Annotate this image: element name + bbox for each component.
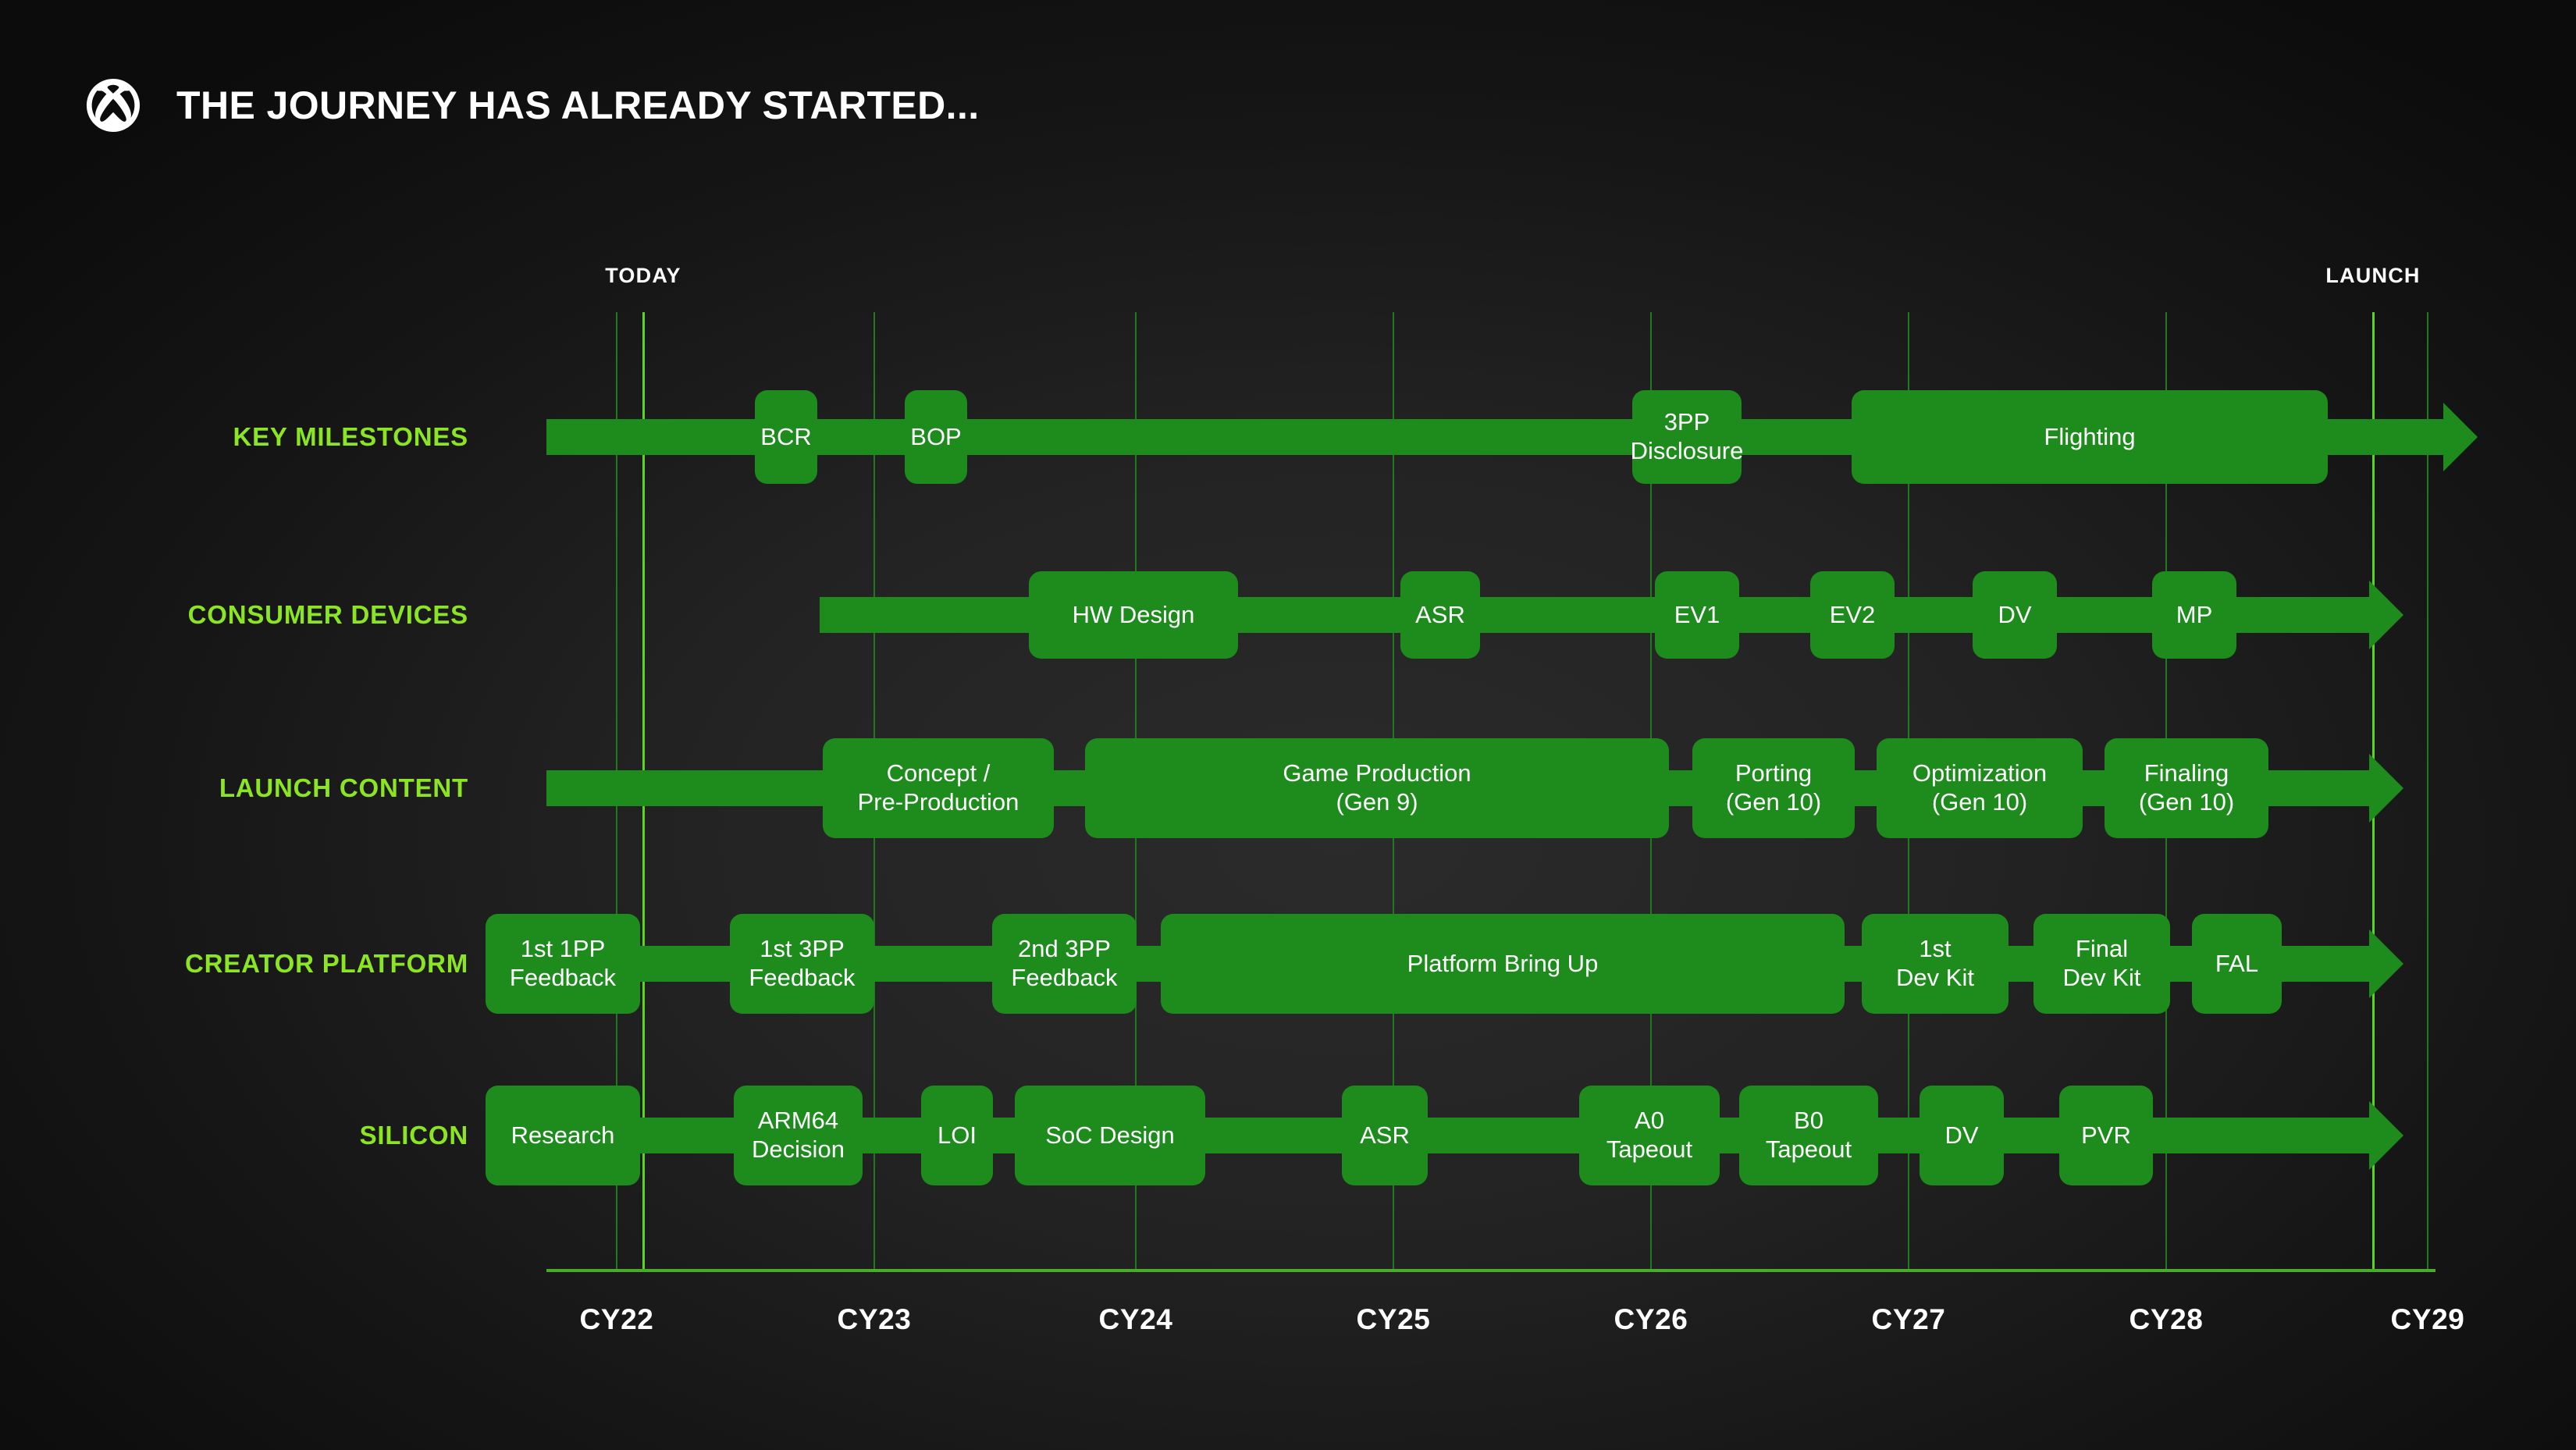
milestone-node[interactable]: Flighting (1852, 390, 2328, 484)
milestone-node[interactable]: DV (1973, 571, 2057, 659)
marker-label-launch: LAUNCH (2325, 264, 2421, 287)
track-arrow-launch-content (2369, 754, 2403, 823)
row-label-consumer-devices: CONSUMER DEVICES (187, 600, 468, 629)
marker-label-today: TODAY (605, 264, 681, 287)
milestone-node[interactable]: MP (2152, 571, 2236, 659)
timeline-axis (546, 1269, 2435, 1272)
row-label-launch-content: LAUNCH CONTENT (219, 773, 468, 802)
milestone-node[interactable]: Research (486, 1086, 640, 1185)
track-arrow-key-milestones (2443, 403, 2478, 471)
milestone-node[interactable]: ASR (1400, 571, 1480, 659)
axis-tick-cy28: CY28 (2129, 1303, 2204, 1335)
row-label-creator-platform: CREATOR PLATFORM (185, 949, 468, 978)
milestone-node[interactable]: 1st 1PP Feedback (486, 914, 640, 1014)
milestone-node[interactable]: Concept / Pre-Production (823, 738, 1054, 838)
axis-tick-cy29: CY29 (2390, 1303, 2465, 1335)
milestone-node[interactable]: ASR (1342, 1086, 1428, 1185)
milestone-node[interactable]: 1st 3PP Feedback (730, 914, 874, 1014)
milestone-node[interactable]: ARM64 Decision (734, 1086, 863, 1185)
gridline-cy29 (2427, 312, 2428, 1271)
milestone-node[interactable]: 3PP Disclosure (1631, 390, 1743, 484)
milestone-node[interactable]: 2nd 3PP Feedback (992, 914, 1137, 1014)
track-arrow-consumer-devices (2369, 581, 2403, 649)
axis-tick-cy26: CY26 (1614, 1303, 1688, 1335)
milestone-node[interactable]: B0 Tapeout (1739, 1086, 1878, 1185)
milestone-node[interactable]: BCR (755, 390, 817, 484)
axis-tick-cy24: CY24 (1098, 1303, 1173, 1335)
milestone-node[interactable]: A0 Tapeout (1579, 1086, 1720, 1185)
row-label-key-milestones: KEY MILESTONES (233, 422, 468, 451)
milestone-node[interactable]: SoC Design (1015, 1086, 1205, 1185)
milestone-node[interactable]: Platform Bring Up (1161, 914, 1845, 1014)
milestone-node[interactable]: Finaling (Gen 10) (2105, 738, 2268, 838)
milestone-node[interactable]: EV1 (1655, 571, 1739, 659)
milestone-node[interactable]: FAL (2192, 914, 2282, 1014)
track-arrow-silicon (2369, 1101, 2403, 1170)
milestone-node[interactable]: Game Production (Gen 9) (1085, 738, 1669, 838)
axis-tick-cy22: CY22 (579, 1303, 654, 1335)
track-arrow-creator-platform (2369, 929, 2403, 998)
milestone-node[interactable]: EV2 (1810, 571, 1895, 659)
milestone-node[interactable]: PVR (2059, 1086, 2153, 1185)
slide-root: THE JOURNEY HAS ALREADY STARTED... TODAY… (0, 0, 2576, 1450)
axis-tick-cy25: CY25 (1356, 1303, 1431, 1335)
milestone-node[interactable]: LOI (921, 1086, 993, 1185)
milestone-node[interactable]: BOP (905, 390, 967, 484)
milestone-node[interactable]: DV (1920, 1086, 2004, 1185)
axis-tick-cy27: CY27 (1871, 1303, 1946, 1335)
milestone-node[interactable]: Optimization (Gen 10) (1877, 738, 2083, 838)
milestone-node[interactable]: HW Design (1029, 571, 1238, 659)
milestone-node[interactable]: 1st Dev Kit (1862, 914, 2008, 1014)
milestone-node[interactable]: Final Dev Kit (2033, 914, 2170, 1014)
milestone-node[interactable]: Porting (Gen 10) (1692, 738, 1855, 838)
roadmap-canvas: TODAY LAUNCH CY22 CY23 CY24 CY25 CY26 CY27 CY28 C… (0, 0, 2576, 1450)
row-label-silicon: SILICON (359, 1121, 468, 1150)
axis-tick-cy23: CY23 (837, 1303, 912, 1335)
